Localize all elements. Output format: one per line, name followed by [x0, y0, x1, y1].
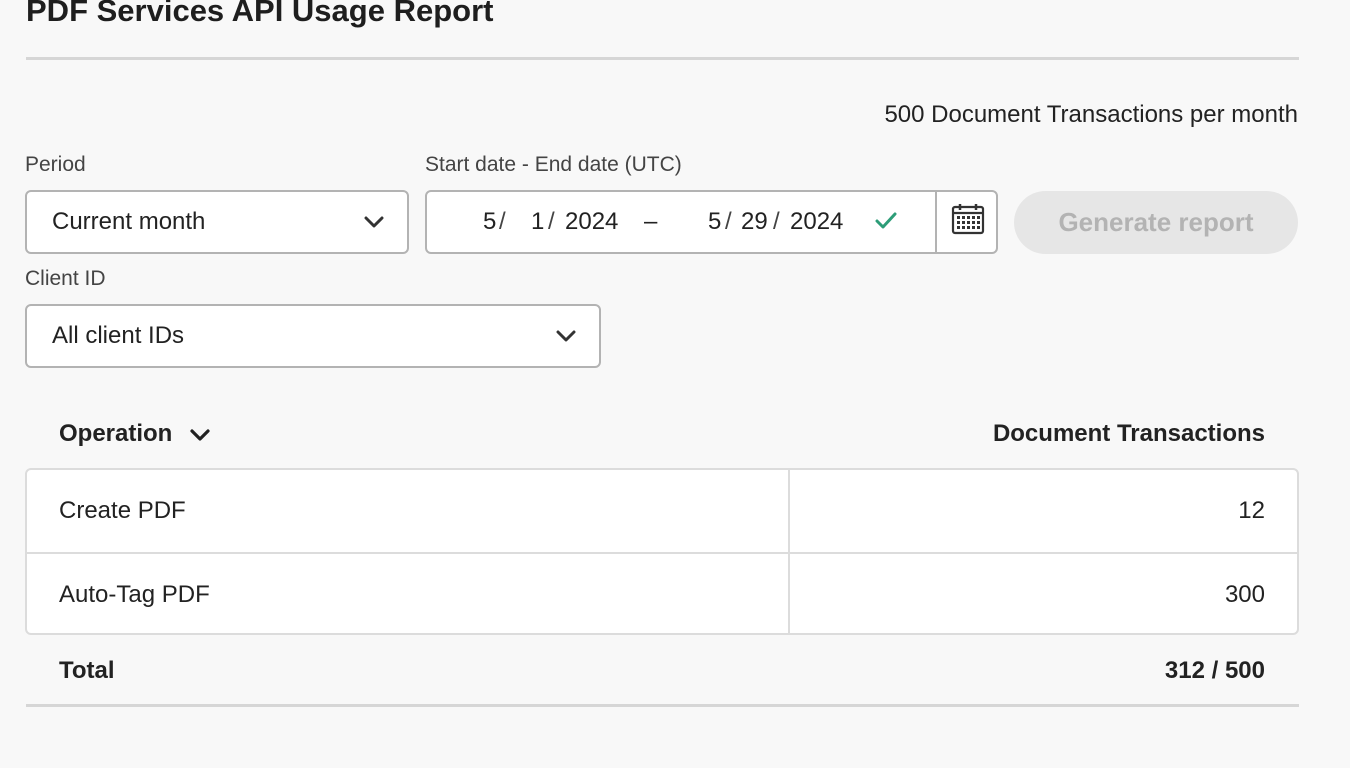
date-range-label: Start date - End date (UTC) — [425, 153, 682, 176]
date-slash: / — [773, 208, 780, 235]
date-slash: / — [548, 208, 555, 235]
end-day[interactable]: 29 — [741, 207, 768, 237]
client-id-value: All client IDs — [52, 322, 185, 349]
client-id-label: Client ID — [25, 267, 106, 290]
quota-text: 500 Document Transactions per month — [884, 101, 1298, 128]
calendar-icon — [951, 203, 985, 242]
table-row: Auto-Tag PDF 300 — [27, 552, 1297, 633]
page-title: PDF Services API Usage Report — [26, 0, 494, 28]
generate-report-button[interactable]: Generate report — [1014, 191, 1298, 254]
period-value: Current month — [52, 208, 206, 235]
end-year[interactable]: 2024 — [790, 207, 843, 237]
operation-column-header[interactable]: Operation — [59, 418, 210, 450]
period-picker[interactable]: Current month — [25, 190, 409, 254]
start-month[interactable]: 5 — [483, 207, 496, 237]
start-day[interactable]: 1 — [531, 207, 544, 237]
chevron-down-icon — [363, 211, 385, 233]
date-range-field: 5 / 1 / 2024 – 5 / 29 / 2024 — [425, 190, 998, 254]
calendar-button[interactable] — [937, 192, 998, 252]
operation-header-label: Operation — [59, 420, 173, 447]
start-year[interactable]: 2024 — [565, 207, 618, 237]
usage-table: Create PDF 12 Auto-Tag PDF 300 — [25, 468, 1299, 635]
column-divider — [788, 470, 790, 552]
chevron-down-icon — [555, 325, 577, 347]
period-label: Period — [25, 153, 86, 176]
transactions-column-header: Document Transactions — [992, 420, 1265, 447]
checkmark-icon — [873, 208, 899, 241]
column-divider — [788, 554, 790, 633]
date-slash: / — [499, 208, 506, 235]
total-divider — [26, 704, 1299, 707]
total-label: Total — [59, 657, 115, 684]
operation-cell: Create PDF — [59, 497, 186, 524]
title-divider — [26, 57, 1299, 60]
chevron-down-icon — [190, 418, 210, 450]
table-row: Create PDF 12 — [27, 470, 1297, 552]
client-id-picker[interactable]: All client IDs — [25, 304, 601, 368]
date-slash: / — [725, 208, 732, 235]
range-separator: – — [644, 208, 658, 235]
transactions-cell: 300 — [1224, 581, 1265, 608]
end-month[interactable]: 5 — [708, 207, 721, 237]
transactions-cell: 12 — [1238, 497, 1265, 524]
total-value: 312 / 500 — [1164, 657, 1265, 684]
operation-cell: Auto-Tag PDF — [59, 581, 210, 608]
